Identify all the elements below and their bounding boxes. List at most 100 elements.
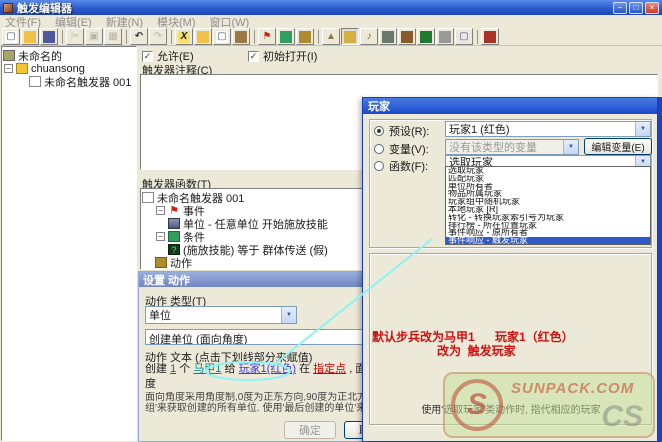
toolbar-icon	[62, 30, 63, 44]
expander-icon[interactable]	[156, 206, 165, 215]
redo-button[interactable]: ↷	[149, 28, 167, 45]
preset-radio[interactable]	[374, 126, 384, 136]
toolbar-icon	[254, 30, 255, 44]
variable-radio-row: 变量(V):	[374, 141, 429, 157]
ai-editor-button[interactable]	[417, 28, 435, 45]
toolbar-icon	[280, 31, 292, 43]
new-comment-button[interactable]	[232, 28, 250, 45]
object-editor-button[interactable]	[379, 28, 397, 45]
tree-row-icon	[3, 50, 15, 61]
function-dropdown-list: 选取玩家匹配玩家单位所有者物品所属玩家玩家组中随机玩家本地玩家 [R]转化 - …	[445, 166, 651, 245]
function-list-item[interactable]: 事件响应 - 触发玩家	[446, 237, 650, 245]
save-button[interactable]	[40, 28, 58, 45]
variable-radio[interactable]	[374, 144, 384, 154]
close-button[interactable]: ×	[645, 2, 659, 14]
toolbar-icon: ✂	[69, 31, 81, 43]
function-radio[interactable]	[374, 161, 384, 171]
map-tree-row[interactable]: 未命名触发器 001	[2, 75, 136, 88]
function-list-item[interactable]: 转化 - 转换玩家索引号为玩家	[446, 214, 650, 222]
toolbar-icon: ▢	[216, 31, 228, 43]
function-list-item[interactable]: 选取玩家	[446, 167, 650, 175]
initially-on-label: 初始打开(I)	[263, 48, 317, 64]
new-category-button[interactable]	[194, 28, 212, 45]
toolbar-icon	[477, 30, 478, 44]
new-trigger-button[interactable]: ▢	[213, 28, 231, 45]
toolbar-separator[interactable]	[168, 28, 174, 45]
watermark-logo-icon: S	[451, 379, 503, 431]
player-dialog-titlebar[interactable]: 玩家	[363, 98, 657, 114]
ok-button[interactable]: 确定	[284, 421, 336, 439]
open-button[interactable]	[21, 28, 39, 45]
minimize-button[interactable]: −	[613, 2, 627, 14]
watermark-brand-text: SUNPACK.COM	[511, 380, 634, 397]
tree-row-icon	[29, 76, 41, 87]
function-list-item[interactable]: 排行榜 - 所在位置玩家	[446, 222, 650, 230]
import-manager-button[interactable]: ▢	[455, 28, 473, 45]
action-text-part[interactable]: 指定点	[313, 363, 346, 375]
cut-button[interactable]: ✂	[66, 28, 84, 45]
app-icon	[3, 3, 13, 13]
object-manager-button[interactable]	[436, 28, 454, 45]
preset-value: 玩家1 (红色)	[449, 121, 510, 137]
new-condition-button[interactable]	[277, 28, 295, 45]
toolbar-icon	[126, 30, 127, 44]
toolbar-icon: ▢	[5, 31, 17, 43]
action-type-combobox[interactable]: 单位 ▼	[145, 306, 297, 324]
maximize-button[interactable]: □	[629, 2, 643, 14]
variables-button[interactable]: X	[175, 28, 193, 45]
function-list-item[interactable]: 匹配玩家	[446, 175, 650, 183]
toolbar-icon	[382, 31, 394, 43]
tree-row-icon	[168, 205, 180, 216]
action-text-part[interactable]: 玩家1(红色)	[239, 363, 296, 375]
toolbar-separator[interactable]	[315, 28, 321, 45]
campaign-editor-button[interactable]	[398, 28, 416, 45]
toolbar-icon: ↶	[133, 31, 145, 43]
tree-row-icon	[168, 231, 180, 242]
function-list-item[interactable]: 单位所有者	[446, 183, 650, 191]
chevron-down-icon[interactable]: ▼	[281, 307, 296, 323]
toolbar-separator[interactable]	[59, 28, 65, 45]
test-map-button[interactable]	[481, 28, 499, 45]
function-list-item[interactable]: 物品所属玩家	[446, 190, 650, 198]
trigger-editor-button[interactable]	[341, 28, 359, 45]
preset-combobox[interactable]: 玩家1 (红色) ▼	[445, 121, 651, 137]
toolbar: ▢ ✂ ▣▦ ↶ ↷ X ▢ ⚑ ▲ ♪ ▢	[0, 28, 662, 46]
sound-editor-button[interactable]: ♪	[360, 28, 378, 45]
variable-value: 没有该类型的变量	[449, 139, 537, 155]
function-list-item[interactable]: 本地玩家 [R]	[446, 206, 650, 214]
toolbar-separator[interactable]	[251, 28, 257, 45]
chevron-down-icon[interactable]: ▼	[635, 122, 650, 136]
tree-row-label: 未命名触发器 001	[44, 74, 131, 90]
function-list-item[interactable]: 玩家组中随机玩家	[446, 198, 650, 206]
new-event-button[interactable]: ⚑	[258, 28, 276, 45]
map-tree-panel: 未命名的 chuansong 未命名触发器 001	[1, 46, 137, 441]
new-file-button[interactable]: ▢	[2, 28, 20, 45]
toolbar-icon	[420, 31, 432, 43]
undo-button[interactable]: ↶	[130, 28, 148, 45]
toolbar-separator[interactable]	[474, 28, 480, 45]
paste-button[interactable]: ▦	[104, 28, 122, 45]
edit-variables-button[interactable]: 编辑变量(E)	[584, 138, 652, 155]
expander-icon[interactable]	[4, 64, 13, 73]
action-text-part[interactable]: 马甲1	[193, 363, 221, 375]
terrain-editor-button[interactable]: ▲	[322, 28, 340, 45]
function-list-item[interactable]: 事件响应 - 原所有者	[446, 229, 650, 237]
action-text-part: 度	[145, 378, 156, 390]
toolbar-icon	[401, 31, 413, 43]
copy-button[interactable]: ▣	[85, 28, 103, 45]
annotation-note-3: 改为 触发玩家	[437, 342, 516, 359]
menu-bar: 文件(F)编辑(E)新建(N)模块(M)窗口(W)	[0, 15, 662, 28]
new-action-button[interactable]	[296, 28, 314, 45]
toolbar-icon	[318, 30, 319, 44]
initially-on-checkbox[interactable]: ✓ 初始打开(I)	[248, 48, 317, 64]
expander-icon[interactable]	[156, 232, 165, 241]
checkbox-check-icon: ✓	[248, 51, 259, 62]
action-text-part: 给	[221, 363, 238, 375]
window-edge	[658, 97, 662, 442]
watermark-letters: CS	[601, 400, 643, 434]
toolbar-icon	[344, 31, 356, 43]
function-label: 函数(F):	[389, 158, 428, 174]
toolbar-separator[interactable]	[123, 28, 129, 45]
map-tree-row[interactable]: 未命名的	[2, 49, 136, 62]
checkbox-check-icon: ✓	[142, 51, 153, 62]
